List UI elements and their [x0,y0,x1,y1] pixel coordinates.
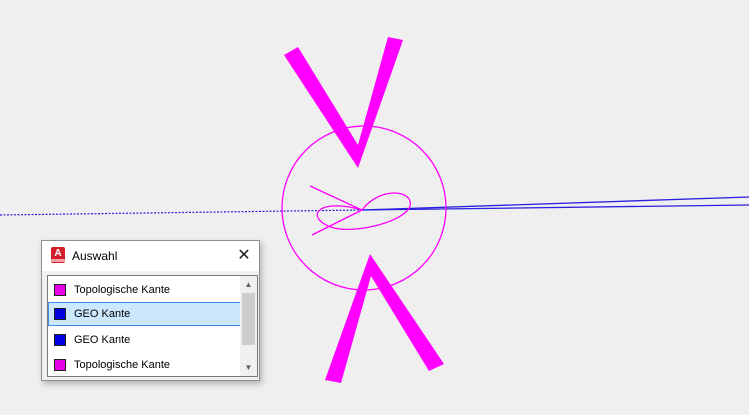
bottom-lambda-marker [325,254,444,383]
color-swatch [54,359,66,371]
topology-loop [316,192,411,230]
color-swatch [54,308,66,320]
list-item[interactable]: Topologische Kante [48,353,241,376]
dialog-title: Auswahl [72,249,118,263]
app-icon-letter: A [54,248,62,259]
geo-edge-line-left [0,209,363,216]
scroll-up-icon[interactable]: ▲ [240,276,257,293]
list-item[interactable]: GEO Kante [48,328,241,352]
list-item-label: GEO Kante [74,334,131,346]
color-swatch [54,334,66,346]
scrollbar-thumb[interactable] [242,293,255,345]
list-item[interactable]: Topologische Kante [48,278,241,302]
list-item-selected[interactable]: GEO Kante [48,302,241,326]
vertical-scrollbar[interactable]: ▲ ▼ [240,276,257,376]
top-v-marker [284,37,403,168]
list-item-label: Topologische Kante [74,359,171,371]
scroll-down-icon[interactable]: ▼ [240,359,257,376]
list-item-label: Topologische Kante [74,284,171,296]
selection-list[interactable]: Topologische Kante GEO Kante GEO Kante T… [47,275,258,377]
list-item-label: GEO Kante [74,308,131,320]
dialog-titlebar[interactable]: A Auswahl ✕ [42,241,259,271]
color-swatch [54,284,66,296]
close-icon[interactable]: ✕ [235,247,253,265]
selection-dialog: A Auswahl ✕ Topologische Kante GEO Kante… [41,240,260,381]
autocad-app-icon: A [51,247,65,263]
